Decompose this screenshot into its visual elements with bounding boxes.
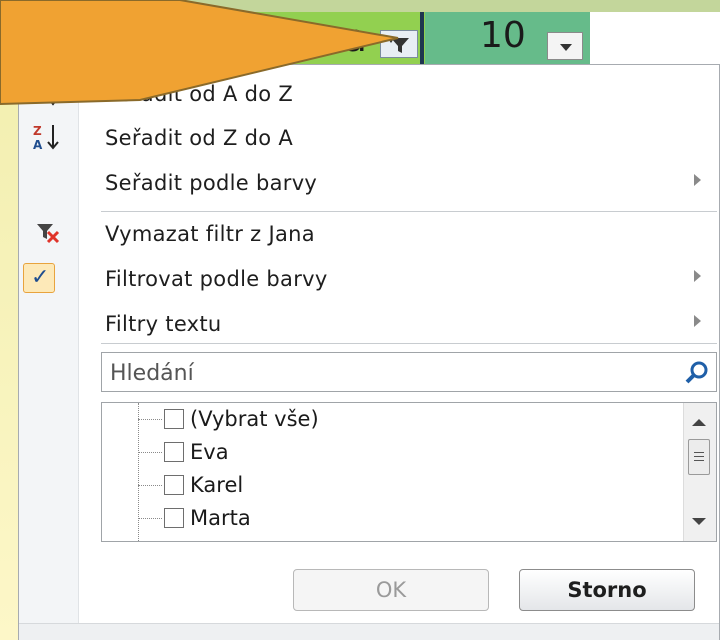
svg-text:Z: Z xyxy=(33,124,42,138)
checkbox[interactable] xyxy=(164,409,184,429)
value-cell-text: 10 xyxy=(480,15,526,56)
submenu-arrow-icon xyxy=(694,315,701,327)
menu-item-filter-by-color[interactable]: Filtrovat podle barvy xyxy=(79,258,719,302)
search-icon[interactable] xyxy=(684,360,710,386)
list-item-select-all[interactable]: (Vybrat vše) xyxy=(138,403,668,436)
menu-item-label: Seřadit podle barvy xyxy=(105,171,318,195)
submenu-arrow-icon xyxy=(694,174,701,186)
check-icon: ✓ xyxy=(23,263,55,293)
list-scrollbar[interactable] xyxy=(683,403,716,541)
callout-arrow xyxy=(0,0,399,106)
sort-za-icon: Z A xyxy=(33,124,59,152)
menu-item-clear-filter[interactable]: Vymazat filtr z Jana xyxy=(79,213,719,257)
scroll-down-arrow-icon[interactable] xyxy=(692,518,706,525)
chevron-down-icon xyxy=(560,44,572,51)
menu-item-label: Seřadit od Z do A xyxy=(105,126,294,150)
list-item[interactable]: Karel xyxy=(138,469,668,502)
cell-divider xyxy=(420,12,424,64)
menu-item-label: Vymazat filtr z Jana xyxy=(105,222,315,246)
checkbox[interactable] xyxy=(164,475,184,495)
menu-item-text-filters[interactable]: Filtry textu xyxy=(79,303,719,347)
submenu-arrow-icon xyxy=(694,270,701,282)
list-item-label: Eva xyxy=(190,440,229,464)
autofilter-menu: Seřadit od A do Z Z Seřadit od Z do A Z … xyxy=(18,64,720,640)
ok-button[interactable]: OK xyxy=(293,569,489,611)
resize-strip[interactable] xyxy=(19,623,719,640)
menu-item-sort-by-color[interactable]: Seřadit podle barvy xyxy=(79,162,719,206)
scroll-thumb[interactable] xyxy=(688,439,710,475)
list-item-label: Marta xyxy=(190,506,251,530)
menu-separator xyxy=(101,211,717,212)
menu-separator xyxy=(101,343,717,344)
search-box xyxy=(101,352,717,392)
value-list: (Vybrat vše) Eva Karel Marta xyxy=(101,402,717,542)
sheet-edge xyxy=(0,64,18,640)
menu-item-sort-za[interactable]: Seřadit od Z do A xyxy=(79,117,719,161)
list-item-label: (Vybrat vše) xyxy=(190,407,319,431)
empty-cell[interactable] xyxy=(590,12,720,64)
filter-dropdown-button[interactable] xyxy=(547,32,583,60)
menu-item-label: Filtry textu xyxy=(105,312,222,336)
list-item[interactable]: Eva xyxy=(138,436,668,469)
checkbox[interactable] xyxy=(164,508,184,528)
scroll-up-arrow-icon[interactable] xyxy=(692,419,706,426)
menu-item-label: Filtrovat podle barvy xyxy=(105,267,328,291)
clear-filter-icon xyxy=(37,224,60,244)
list-item[interactable]: Marta xyxy=(138,502,668,535)
checkbox[interactable] xyxy=(164,442,184,462)
list-item-label: Karel xyxy=(190,473,244,497)
cancel-button[interactable]: Storno xyxy=(519,569,695,611)
svg-text:A: A xyxy=(33,138,43,152)
search-input[interactable] xyxy=(108,357,672,389)
